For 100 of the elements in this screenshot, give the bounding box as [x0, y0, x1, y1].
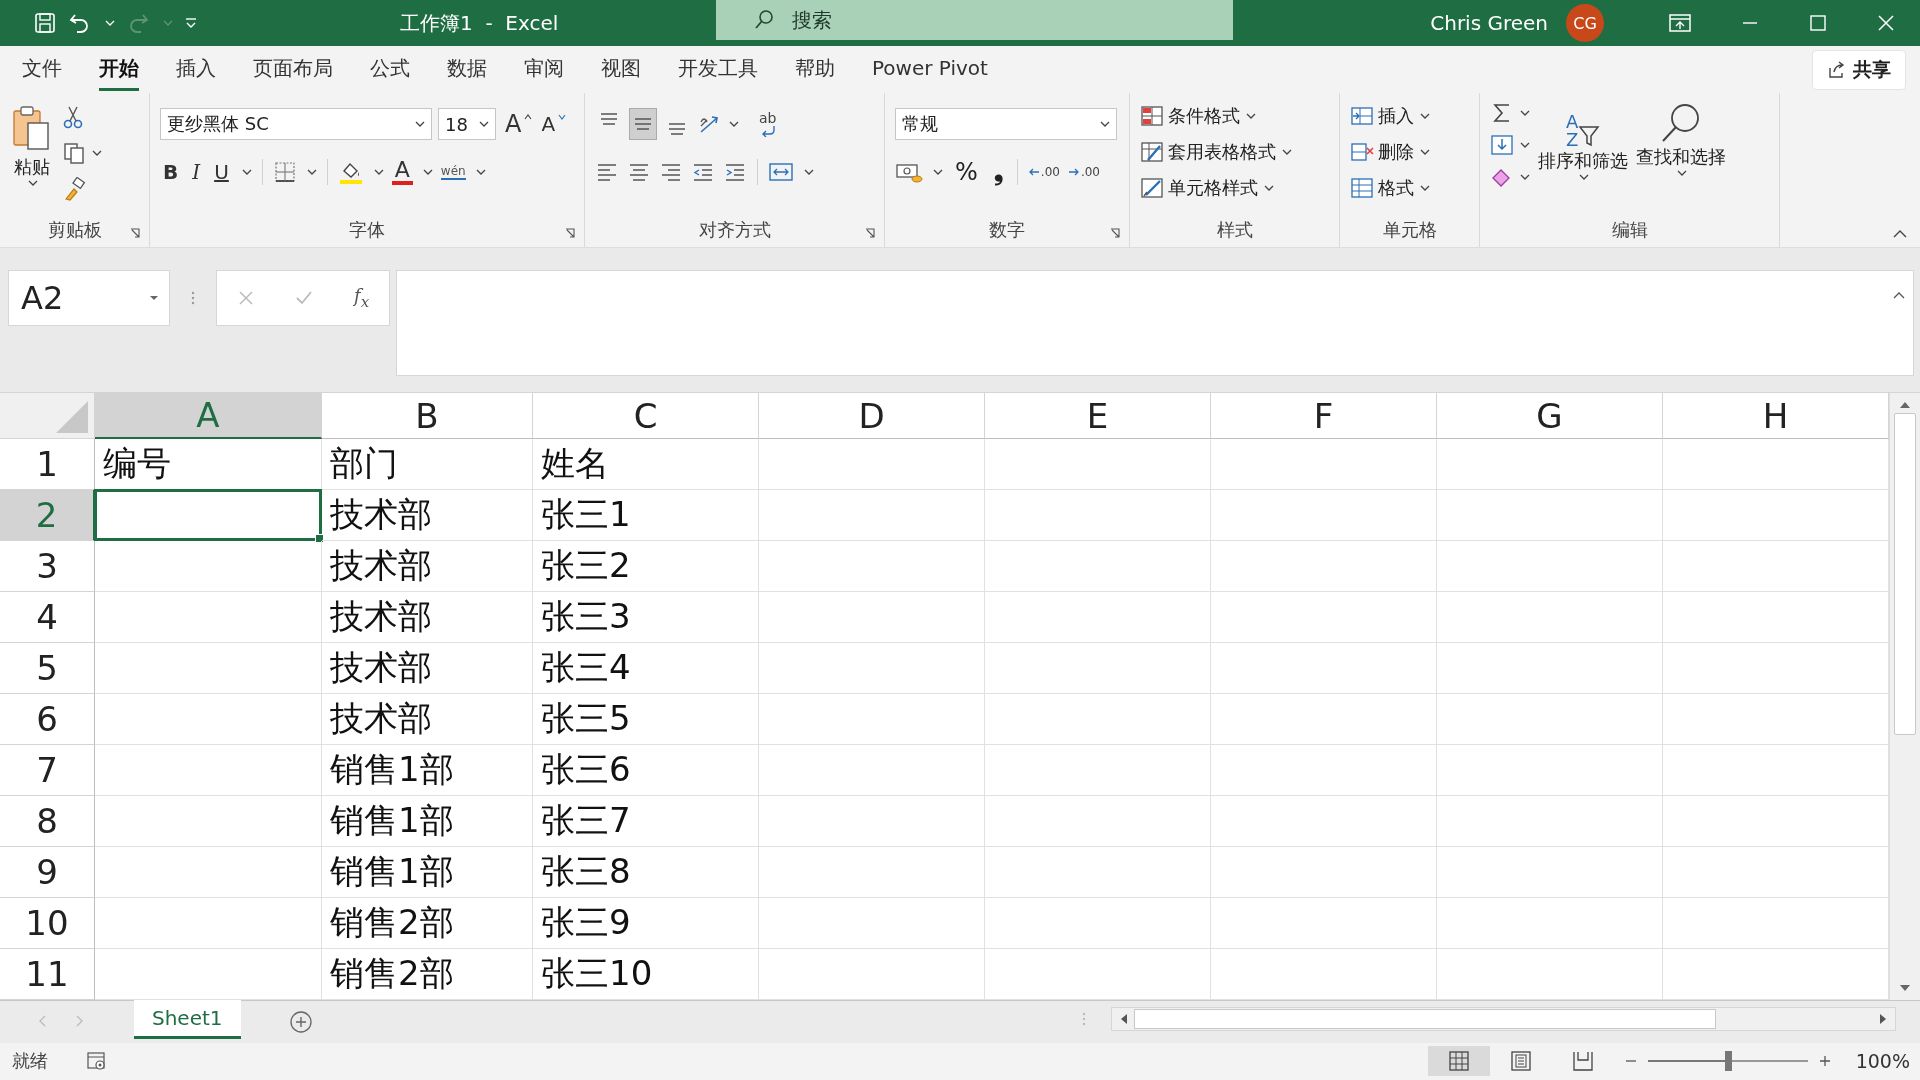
collapse-icon[interactable] [1893, 291, 1905, 299]
ribbon-tab[interactable]: 帮助 [795, 48, 835, 91]
caret-icon[interactable] [804, 168, 814, 177]
merge-center-icon[interactable] [768, 161, 794, 184]
table-cell[interactable] [759, 490, 985, 542]
cells-menu-button[interactable]: 删除 [1350, 137, 1430, 168]
table-cell[interactable]: 张三9 [533, 898, 759, 950]
row-header[interactable]: 3 [0, 541, 95, 593]
phonetic-guide-button[interactable]: wén [440, 164, 466, 181]
select-all-button[interactable] [0, 393, 95, 440]
styles-menu-button[interactable]: 套用表格格式 [1140, 137, 1292, 168]
font-size-dropdown[interactable]: 18 [438, 108, 496, 141]
table-cell[interactable] [759, 847, 985, 899]
drag-handle-icon[interactable] [190, 290, 196, 306]
fill-down-icon[interactable] [1490, 133, 1514, 158]
caret-icon[interactable] [415, 120, 425, 129]
row-header[interactable]: 2 [0, 490, 95, 542]
caret-icon[interactable] [1264, 184, 1274, 193]
table-cell[interactable]: 张三2 [533, 541, 759, 593]
borders-icon[interactable] [272, 160, 297, 185]
row-header[interactable]: 5 [0, 643, 95, 695]
caret-icon[interactable] [373, 168, 384, 177]
close-icon[interactable] [1876, 13, 1896, 33]
caret-icon[interactable] [1520, 141, 1530, 150]
table-cell[interactable] [985, 745, 1211, 797]
avatar[interactable]: CG [1566, 4, 1604, 42]
caret-icon[interactable] [1520, 109, 1530, 118]
table-cell[interactable] [95, 796, 322, 848]
table-cell[interactable] [759, 898, 985, 950]
dialog-launcher-icon[interactable] [864, 227, 876, 239]
paste-button[interactable]: 粘贴 [10, 103, 54, 180]
caret-icon[interactable] [306, 168, 317, 177]
caret-icon[interactable] [1677, 169, 1687, 178]
table-cell[interactable] [1437, 694, 1663, 746]
selected-cell[interactable] [94, 489, 322, 542]
column-header[interactable]: H [1663, 393, 1889, 440]
dialog-launcher-icon[interactable] [564, 227, 576, 239]
grow-font-button[interactable]: A [502, 110, 525, 139]
row-header[interactable]: 10 [0, 898, 95, 950]
align-center-icon[interactable] [627, 161, 651, 184]
ribbon-tab[interactable]: 开发工具 [678, 48, 758, 91]
row-header[interactable]: 6 [0, 694, 95, 746]
row-header[interactable]: 11 [0, 949, 95, 1001]
decrease-indent-icon[interactable] [691, 161, 715, 184]
caret-icon[interactable] [1420, 148, 1430, 157]
horizontal-scrollbar[interactable] [1111, 1007, 1896, 1032]
table-cell[interactable] [759, 541, 985, 593]
caret-icon[interactable] [1520, 173, 1530, 182]
caret-icon[interactable] [729, 120, 739, 129]
table-cell[interactable] [95, 592, 322, 644]
table-cell[interactable] [1437, 541, 1663, 593]
table-cell[interactable]: 技术部 [322, 541, 533, 593]
table-cell[interactable]: 部门 [322, 439, 533, 491]
zoom-level[interactable]: 100% [1855, 1050, 1910, 1073]
table-cell[interactable]: 张三4 [533, 643, 759, 695]
table-cell[interactable] [1211, 847, 1437, 899]
caret-icon[interactable] [241, 168, 252, 177]
table-cell[interactable] [985, 694, 1211, 746]
caret-icon[interactable] [475, 168, 486, 177]
caret-icon[interactable] [933, 168, 943, 177]
scroll-thumb[interactable] [1894, 413, 1916, 736]
find-select-button[interactable]: 查找和选择 [1636, 101, 1726, 178]
table-cell[interactable]: 张三5 [533, 694, 759, 746]
copy-icon[interactable] [62, 141, 86, 166]
table-cell[interactable] [759, 745, 985, 797]
table-cell[interactable] [1437, 745, 1663, 797]
column-header[interactable]: D [759, 393, 985, 440]
column-header[interactable]: C [533, 393, 759, 440]
italic-button[interactable]: I [189, 160, 204, 185]
table-cell[interactable] [759, 643, 985, 695]
ribbon-tab[interactable]: 数据 [447, 48, 487, 91]
search-field[interactable]: 搜索 [790, 7, 1094, 33]
ribbon-tab[interactable]: 视图 [601, 48, 641, 91]
view-button[interactable] [1427, 1046, 1490, 1077]
scroll-thumb[interactable] [1134, 1009, 1716, 1030]
share-button[interactable]: 共享 [1812, 49, 1906, 90]
comma-style-button[interactable]: ❟ [989, 158, 1007, 187]
table-cell[interactable] [759, 694, 985, 746]
row-header[interactable]: 8 [0, 796, 95, 848]
table-cell[interactable]: 销售1部 [322, 745, 533, 797]
vertical-align-button[interactable] [629, 108, 657, 141]
table-cell[interactable] [1211, 796, 1437, 848]
caret-icon[interactable] [1420, 184, 1430, 193]
table-cell[interactable] [1437, 796, 1663, 848]
macro-record-icon[interactable] [86, 1051, 108, 1072]
caret-icon[interactable] [1246, 112, 1256, 121]
number-format-dropdown[interactable]: 常规 [895, 108, 1117, 141]
scroll-right-icon[interactable] [1879, 1013, 1887, 1026]
table-cell[interactable] [759, 796, 985, 848]
formula-input[interactable] [396, 270, 1914, 376]
scroll-left-icon[interactable] [1120, 1013, 1128, 1026]
table-cell[interactable] [1437, 439, 1663, 491]
name-box[interactable]: A2 [8, 270, 170, 326]
table-cell[interactable]: 销售1部 [322, 796, 533, 848]
table-cell[interactable] [95, 643, 322, 695]
table-cell[interactable]: 销售2部 [322, 898, 533, 950]
caret-icon[interactable] [479, 120, 489, 129]
cells-menu-button[interactable]: 格式 [1350, 173, 1430, 204]
table-cell[interactable] [985, 898, 1211, 950]
caret-icon[interactable] [422, 168, 433, 177]
